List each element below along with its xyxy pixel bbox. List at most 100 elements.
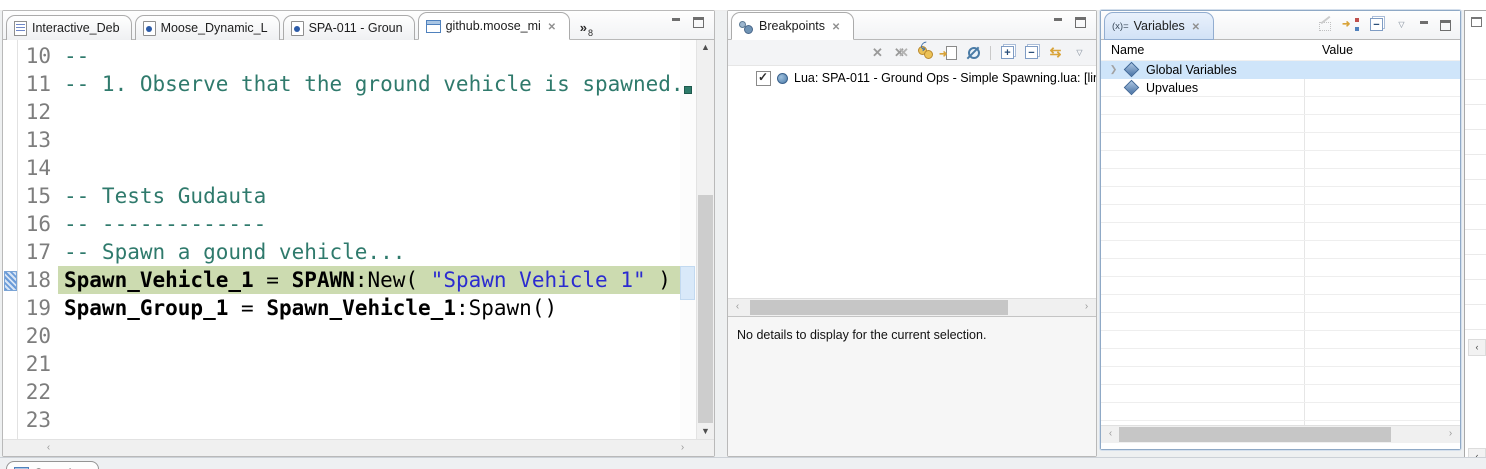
maximize-button[interactable] xyxy=(1074,16,1087,28)
annotation-ruler-cell[interactable] xyxy=(3,378,17,406)
table-row-empty xyxy=(1101,367,1460,385)
overview-ruler[interactable] xyxy=(680,40,696,439)
editor-vertical-scrollbar[interactable]: ▲ ▼ xyxy=(696,40,714,439)
code-line[interactable]: 23 xyxy=(3,406,680,434)
minimize-button[interactable] xyxy=(1418,19,1431,31)
code-line[interactable]: 18Spawn_Vehicle_1 = SPAWN:New( "Spawn Ve… xyxy=(3,266,680,294)
annotation-mark-icon[interactable] xyxy=(684,86,692,94)
collapse-all-button[interactable] xyxy=(1368,16,1385,33)
link-with-debug-button[interactable] xyxy=(1047,44,1064,61)
code-line[interactable]: 15-- Tests Gudauta xyxy=(3,182,680,210)
scroll-right-arrow-icon[interactable]: › xyxy=(1443,426,1458,443)
variables-horizontal-scrollbar[interactable]: ‹ › xyxy=(1101,425,1460,443)
line-number: 18 xyxy=(17,266,58,294)
code-line[interactable]: 14 xyxy=(3,154,680,182)
code-line[interactable]: 22 xyxy=(3,378,680,406)
code-line[interactable]: 13 xyxy=(3,126,680,154)
variable-row-upvalues[interactable]: Upvalues xyxy=(1101,79,1460,97)
scroll-left-arrow-icon[interactable]: ‹ xyxy=(1103,426,1118,443)
scroll-left-arrow-icon[interactable]: ‹ xyxy=(41,440,56,456)
eclipse-workbench: Interactive_Deb Moose_Dynamic_LSPA-011 - … xyxy=(0,0,1486,469)
horizontal-scroll-thumb[interactable] xyxy=(1119,427,1391,442)
breakpoints-icon xyxy=(739,20,754,33)
code-text xyxy=(58,322,680,350)
show-breakpoints-for-target-button[interactable]: ⤹ xyxy=(917,44,934,61)
go-to-file-for-breakpoint-button[interactable] xyxy=(941,44,958,61)
code-line[interactable]: 17-- Spawn a gound vehicle... xyxy=(3,238,680,266)
editor-horizontal-scrollbar[interactable]: ‹ › xyxy=(3,439,714,456)
annotation-ruler-cell[interactable] xyxy=(3,238,17,266)
tab-breakpoints[interactable]: Breakpoints xyxy=(731,12,854,40)
code-segment-plain: = xyxy=(254,268,292,292)
annotation-ruler-cell[interactable] xyxy=(3,182,17,210)
scroll-up-arrow-icon[interactable]: ▲ xyxy=(697,40,714,55)
tab-console[interactable]: Consol xyxy=(6,461,99,469)
maximize-button[interactable] xyxy=(692,16,705,28)
code-line[interactable]: 10-- xyxy=(3,42,680,70)
column-header-value[interactable]: Value xyxy=(1314,40,1460,60)
code-line[interactable]: 19Spawn_Group_1 = Spawn_Vehicle_1:Spawn(… xyxy=(3,294,680,322)
editor-tab-label: Interactive_Deb xyxy=(32,21,120,35)
annotation-ruler-cell[interactable] xyxy=(3,70,17,98)
skip-all-breakpoints-button[interactable] xyxy=(965,44,982,61)
line-number: 13 xyxy=(17,126,58,154)
remove-all-breakpoints-button[interactable] xyxy=(893,44,910,61)
editor-tab-github-moose-mi[interactable]: github.moose_mi xyxy=(418,12,570,40)
vertical-scroll-thumb[interactable] xyxy=(698,195,713,423)
breakpoints-horizontal-scrollbar[interactable]: ‹ › xyxy=(728,298,1096,316)
code-segment-global: Spawn_Group_1 xyxy=(64,296,228,320)
annotation-ruler-cell[interactable] xyxy=(3,98,17,126)
variable-diamond-icon xyxy=(1124,80,1140,96)
minimize-button[interactable] xyxy=(670,16,683,28)
more-editors-chevron[interactable]: 8 xyxy=(580,23,593,33)
annotation-ruler-cell[interactable] xyxy=(3,322,17,350)
breakpoint-row[interactable]: Lua: SPA-011 - Ground Ops - Simple Spawn… xyxy=(728,69,1096,87)
close-icon[interactable] xyxy=(830,20,842,32)
code-line[interactable]: 21 xyxy=(3,350,680,378)
maximize-button[interactable] xyxy=(1439,19,1452,31)
annotation-ruler-cell[interactable] xyxy=(3,154,17,182)
close-icon[interactable] xyxy=(546,20,558,32)
annotation-ruler-cell[interactable] xyxy=(3,406,17,434)
line-number: 19 xyxy=(17,294,58,322)
code-editor[interactable]: 10--11-- 1. Observe that the ground vehi… xyxy=(3,40,680,439)
close-icon[interactable] xyxy=(1190,20,1202,32)
tab-variables[interactable]: (x)= Variables xyxy=(1104,12,1214,40)
expand-chevron-icon[interactable]: ❯ xyxy=(1106,64,1121,75)
view-menu-button[interactable] xyxy=(1071,44,1088,61)
annotation-ruler-cell[interactable] xyxy=(3,294,17,322)
scroll-down-arrow-icon[interactable]: ▼ xyxy=(697,424,714,439)
line-number: 10 xyxy=(17,42,58,70)
minimize-button[interactable] xyxy=(1052,16,1065,28)
code-text xyxy=(58,378,680,406)
editor-tab-spa-011-groun[interactable]: SPA-011 - Groun xyxy=(283,15,415,40)
expand-all-button[interactable] xyxy=(999,44,1016,61)
annotation-ruler-cell[interactable] xyxy=(3,210,17,238)
remove-breakpoint-button[interactable] xyxy=(869,44,886,61)
code-line[interactable]: 20 xyxy=(3,322,680,350)
horizontal-scroll-thumb[interactable] xyxy=(750,300,1008,315)
annotation-ruler-cell[interactable] xyxy=(3,266,17,294)
scroll-right-arrow-icon[interactable]: › xyxy=(1079,299,1094,316)
code-line[interactable]: 12 xyxy=(3,98,680,126)
code-line[interactable]: 11-- 1. Observe that the ground vehicle … xyxy=(3,70,680,98)
view-menu-button[interactable] xyxy=(1393,16,1410,33)
scroll-right-arrow-icon[interactable]: › xyxy=(675,440,690,456)
clipped-row xyxy=(1465,255,1486,280)
annotation-ruler-cell[interactable] xyxy=(3,350,17,378)
column-header-name[interactable]: Name xyxy=(1101,40,1314,60)
scroll-left-arrow-icon[interactable]: ‹ xyxy=(730,299,745,316)
editor-tab-moose-dynamic-l[interactable]: Moose_Dynamic_L xyxy=(135,15,280,40)
show-logical-structure-button[interactable] xyxy=(1343,16,1360,33)
breakpoint-checkbox[interactable] xyxy=(756,71,771,86)
collapse-all-button[interactable] xyxy=(1023,44,1040,61)
variable-row-global-variables[interactable]: ❯Global Variables xyxy=(1101,61,1460,79)
code-line[interactable]: 16-- ------------- xyxy=(3,210,680,238)
annotation-ruler-cell[interactable] xyxy=(3,126,17,154)
scroll-left-arrow-icon[interactable]: ‹ xyxy=(1468,339,1486,356)
editor-tab-interactive-deb[interactable]: Interactive_Deb xyxy=(6,15,132,40)
breakpoint-label: Lua: SPA-011 - Ground Ops - Simple Spawn… xyxy=(794,71,1096,85)
maximize-button[interactable] xyxy=(1471,17,1482,27)
annotation-ruler-cell[interactable] xyxy=(3,42,17,70)
editor-tabs: Interactive_Deb Moose_Dynamic_LSPA-011 - … xyxy=(3,11,570,39)
